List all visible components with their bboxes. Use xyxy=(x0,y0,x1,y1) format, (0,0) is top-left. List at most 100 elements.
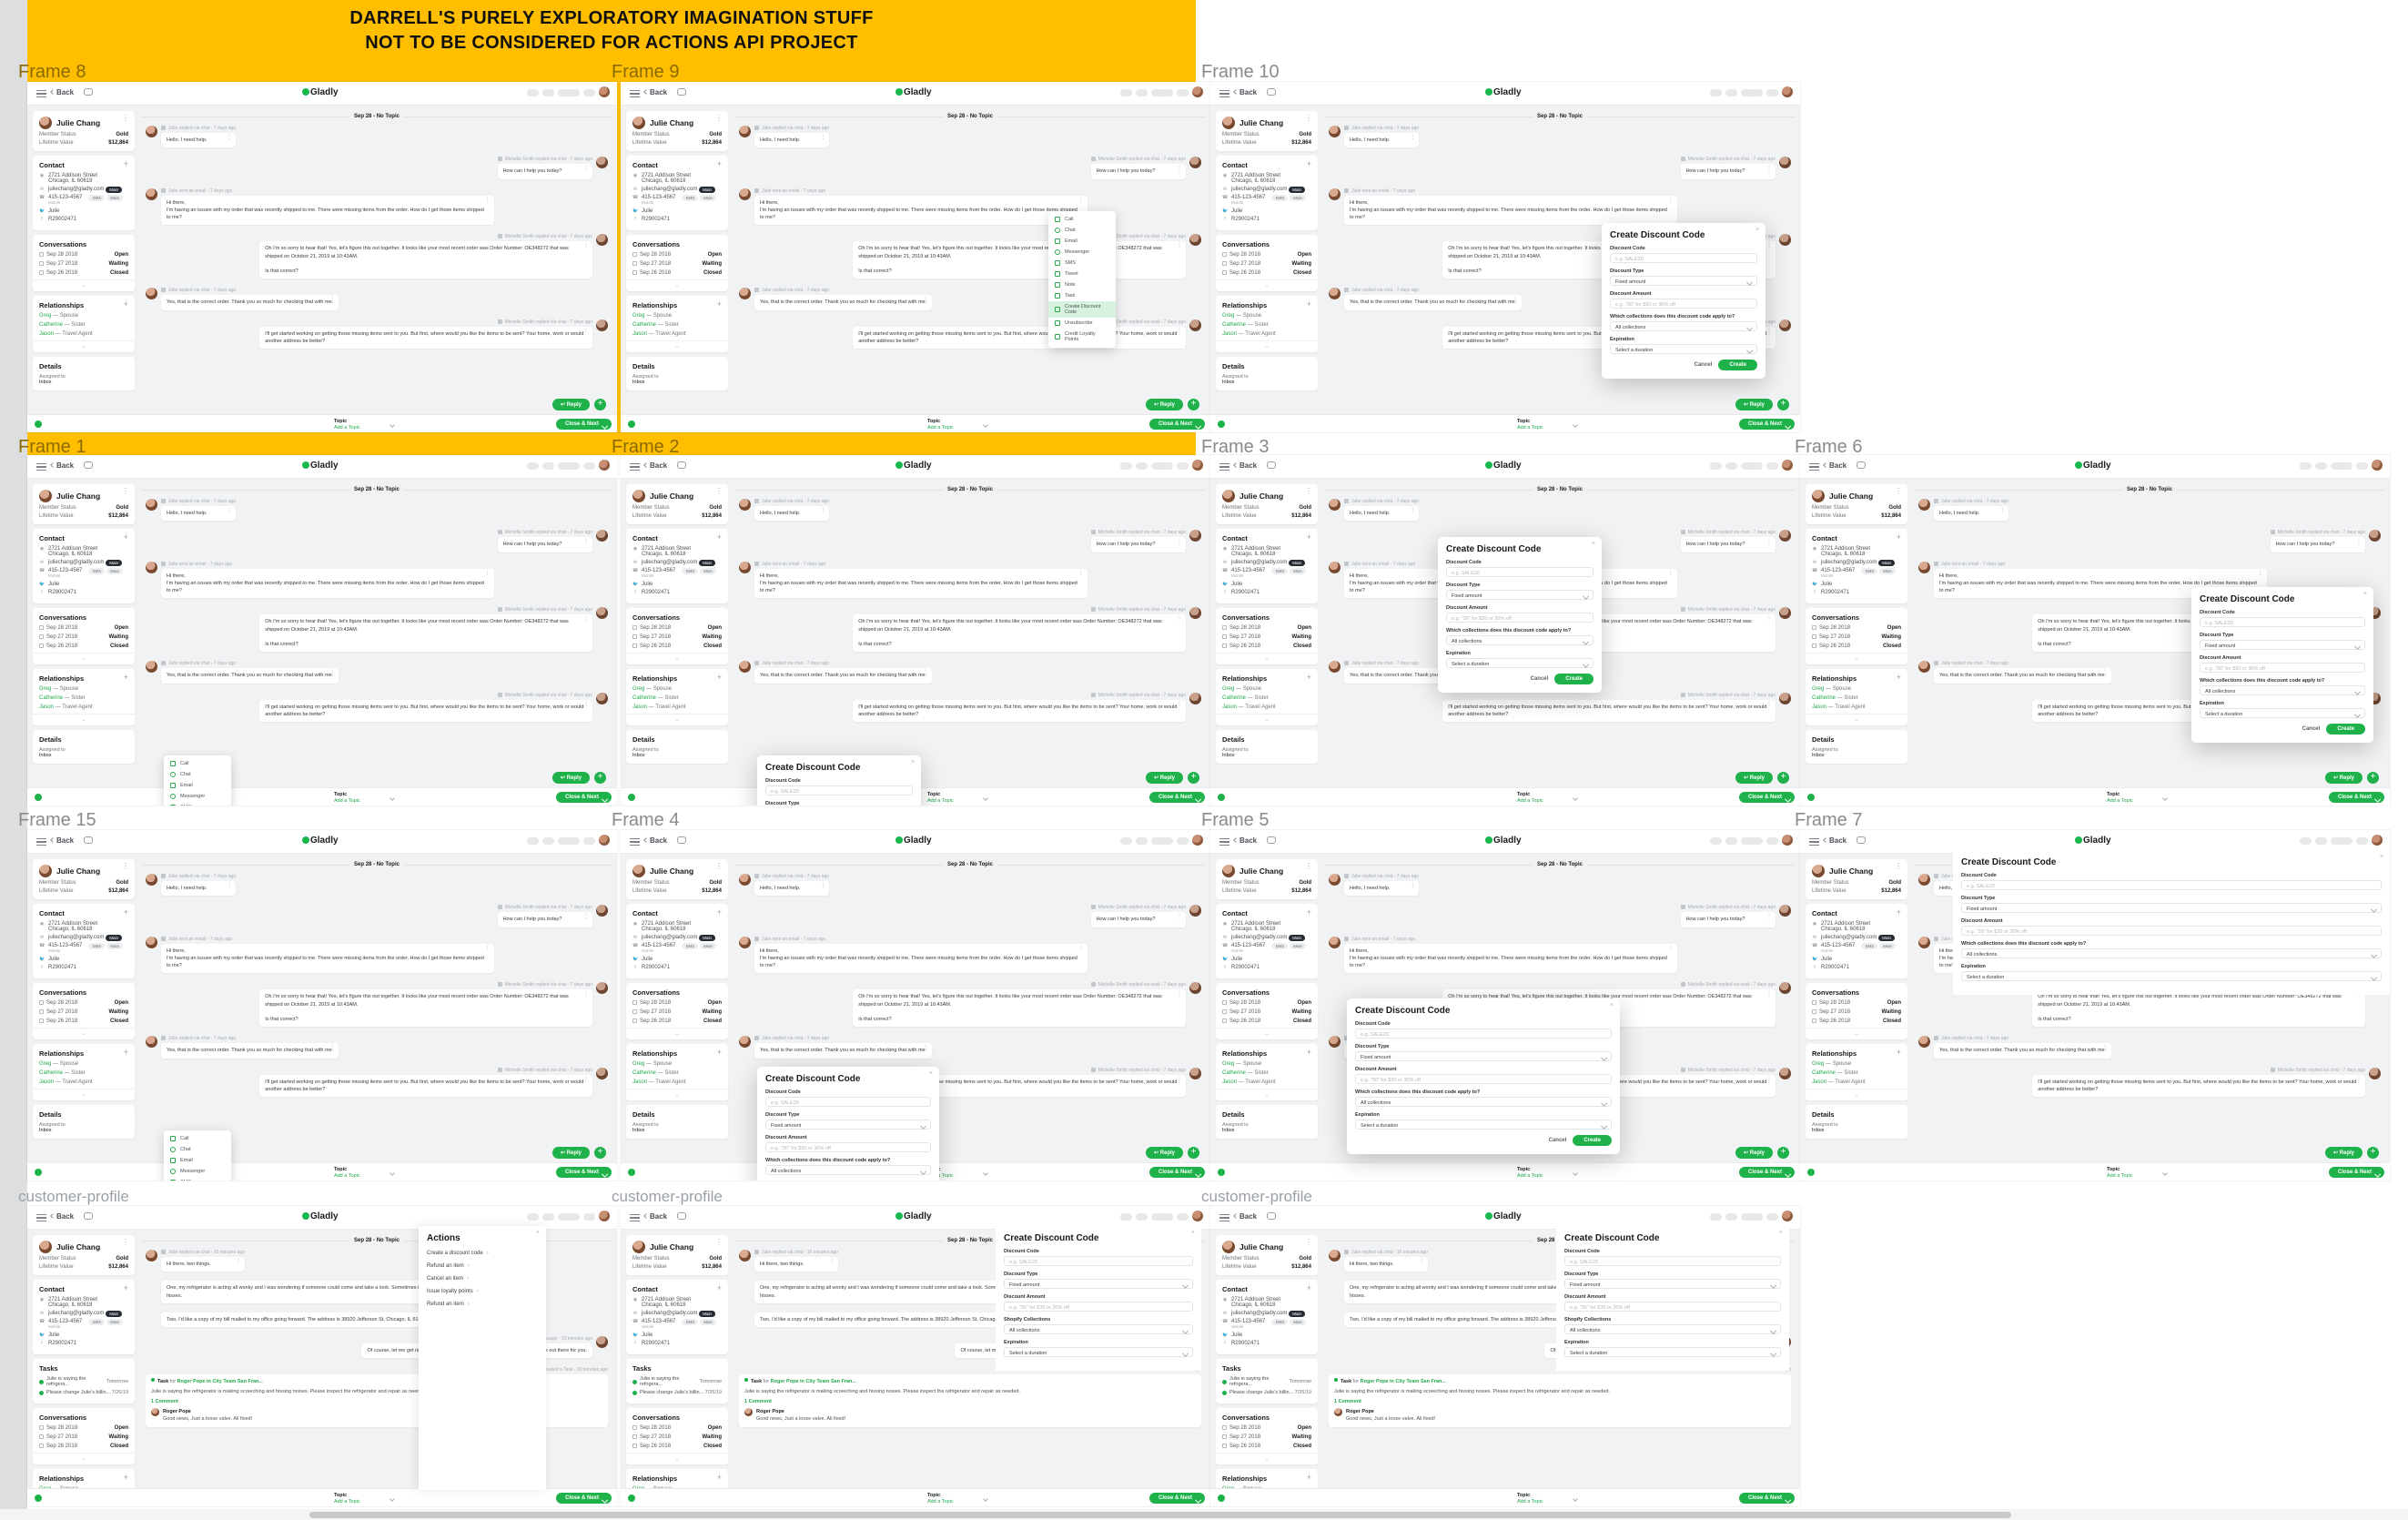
discount-type-select[interactable]: Fixed amount xyxy=(1961,903,2382,913)
conversation-row[interactable]: Sep 28 2018 Open xyxy=(1812,1000,1901,1006)
kebab-icon[interactable]: ⋮ xyxy=(236,1259,241,1263)
relationship-name[interactable]: Catherine xyxy=(1222,322,1246,328)
relationship-row[interactable]: Jason — Travel Agent xyxy=(1222,704,1311,710)
conversation-row[interactable]: Sep 27 2018 Waiting xyxy=(39,261,128,267)
frame-label-10[interactable]: Frame 10 xyxy=(1201,62,1280,83)
action-item[interactable]: Cancel an item xyxy=(427,1276,538,1282)
collections-select[interactable]: All collections xyxy=(1004,1324,1193,1334)
discount-amount-input[interactable]: e.g. "30" for $30 or 30% off xyxy=(1610,299,1757,309)
discount-type-select[interactable]: Fixed amount xyxy=(1446,590,1594,600)
contact-email[interactable]: juliechang@gladly.com xyxy=(1231,560,1287,565)
relationship-row[interactable]: Catherine — Sister xyxy=(39,322,128,328)
back-button[interactable]: Back xyxy=(56,836,74,845)
toolbar-pill-icon[interactable] xyxy=(1120,462,1132,470)
relationship-name[interactable]: Jason xyxy=(39,1079,54,1085)
expand-conversations-chevron-icon[interactable]: ⌄ xyxy=(626,1453,728,1462)
toolbar-pill-icon[interactable] xyxy=(1136,1213,1148,1221)
add-action-button[interactable]: + xyxy=(594,399,606,410)
expand-conversations-chevron-icon[interactable]: ⌄ xyxy=(33,1453,135,1462)
add-contact-icon[interactable]: + xyxy=(1307,532,1311,541)
hamburger-icon[interactable] xyxy=(1219,463,1229,471)
toolbar-pill-icon[interactable] xyxy=(527,462,539,470)
add-action-button[interactable]: + xyxy=(594,1147,606,1159)
relationship-row[interactable]: Jason — Travel Agent xyxy=(1812,704,1901,710)
contact-facebook[interactable]: R29002471 xyxy=(1231,217,1260,222)
back-chevron-icon[interactable] xyxy=(1823,462,1828,468)
message-bubble[interactable]: ⋮Hi there,I'm having an issues with my o… xyxy=(754,943,1088,974)
topic-chevron-icon[interactable] xyxy=(2162,795,2168,801)
back-button[interactable]: Back xyxy=(650,836,667,845)
topic-chevron-icon[interactable] xyxy=(390,1170,395,1176)
message-bubble[interactable]: ⋮Two, I'd like a copy of my bill mailed … xyxy=(754,1312,1027,1327)
topbar-right-controls[interactable] xyxy=(2300,835,2383,846)
message-bubble[interactable]: ⋮I'll get started working on getting tho… xyxy=(259,326,592,349)
topbar-right-controls[interactable] xyxy=(1710,1211,1793,1221)
collections-select[interactable]: All collections xyxy=(1610,321,1757,331)
frame-label-5[interactable]: Frame 5 xyxy=(1201,810,1269,831)
reply-button[interactable]: ↩ Reply xyxy=(1145,1147,1183,1159)
kebab-icon[interactable]: ⋮ xyxy=(1766,915,1772,919)
collections-select[interactable]: All collections xyxy=(2200,685,2365,695)
topic-selector[interactable]: TopicAdd a Topic xyxy=(1517,792,1543,804)
topic-chevron-icon[interactable] xyxy=(390,795,395,801)
conversation-row[interactable]: Sep 26 2018 Closed xyxy=(39,1018,128,1024)
expand-relationships-chevron-icon[interactable]: ⌄ xyxy=(1806,1089,1907,1098)
add-contact-icon[interactable]: + xyxy=(717,1283,722,1292)
expiration-select[interactable]: Select a duration xyxy=(1446,658,1594,668)
menu-item-sms[interactable]: SMS xyxy=(1048,258,1116,269)
toolbar-pill-icon[interactable] xyxy=(542,837,554,845)
frame-label-15[interactable]: Frame 15 xyxy=(18,810,96,831)
contact-twitter[interactable]: Julie xyxy=(1821,957,1832,962)
discount-code-input[interactable]: e.g. SALE20 xyxy=(1961,880,2382,890)
relationship-name[interactable]: Jason xyxy=(632,1079,647,1085)
kebab-icon[interactable]: ⋮ xyxy=(583,167,589,171)
toolbar-pill-icon[interactable] xyxy=(583,837,595,845)
action-menu[interactable]: CallChatEmailMessengerSMSTweetNoteTaskCr… xyxy=(164,755,231,806)
topic-selector[interactable]: TopicAdd a Topic xyxy=(334,419,360,431)
back-button[interactable]: Back xyxy=(56,88,74,96)
cancel-button[interactable]: Cancel xyxy=(1531,676,1549,682)
back-chevron-icon[interactable] xyxy=(1233,89,1239,95)
message-bubble[interactable]: ⋮Oh I'm so sorry to hear that! Yes, let'… xyxy=(259,241,592,279)
add-relationship-icon[interactable]: + xyxy=(1897,1048,1901,1056)
expiration-select[interactable]: Select a duration xyxy=(1610,344,1757,354)
toolbar-pill-icon[interactable] xyxy=(583,1213,595,1221)
message-bubble[interactable]: ⋮Hi there,I'm having an issues with my o… xyxy=(1344,195,1677,226)
relationship-row[interactable]: Catherine — Sister xyxy=(1222,322,1311,328)
kebab-icon[interactable]: ⋮ xyxy=(583,244,589,248)
expand-conversations-chevron-icon[interactable]: ⌄ xyxy=(1806,653,1907,662)
conversation-row[interactable]: Sep 26 2018 Closed xyxy=(1222,643,1311,649)
add-relationship-icon[interactable]: + xyxy=(1307,1048,1311,1056)
discount-type-select[interactable]: Fixed amount xyxy=(1004,1279,1193,1289)
back-chevron-icon[interactable] xyxy=(643,462,649,468)
back-button[interactable]: Back xyxy=(56,461,74,470)
topic-chevron-icon[interactable] xyxy=(1573,1496,1578,1502)
contact-facebook[interactable]: R29002471 xyxy=(1231,590,1260,595)
back-button[interactable]: Back xyxy=(650,461,667,470)
collections-select[interactable]: All collections xyxy=(765,1165,931,1175)
search-input[interactable] xyxy=(1741,89,1763,96)
collections-select[interactable]: All collections xyxy=(1355,1097,1612,1107)
frame-label-4[interactable]: Frame 4 xyxy=(612,810,679,831)
cancel-button[interactable]: Cancel xyxy=(2302,726,2321,732)
kebab-icon[interactable]: ⋮ xyxy=(1177,915,1182,919)
expand-relationships-chevron-icon[interactable]: ⌄ xyxy=(626,1089,728,1098)
menu-item-messenger[interactable]: Messenger xyxy=(164,791,231,802)
menu-item-call[interactable]: Call xyxy=(1048,214,1116,225)
topic-chevron-icon[interactable] xyxy=(983,795,988,801)
contact-twitter[interactable]: Julie xyxy=(1821,582,1832,587)
add-contact-icon[interactable]: + xyxy=(717,532,722,541)
topbar-right-controls[interactable] xyxy=(1120,835,1203,846)
kebab-icon[interactable]: ⋮ xyxy=(1766,167,1772,171)
close-icon[interactable]: × xyxy=(1610,1002,1614,1008)
menu-item-sms[interactable]: SMS xyxy=(164,1177,231,1181)
back-button[interactable]: Back xyxy=(1239,1212,1257,1221)
kebab-icon[interactable]: ⋮ xyxy=(715,115,723,122)
expiration-select[interactable]: Select a duration xyxy=(2200,708,2365,718)
message-bubble[interactable]: ⋮How can I help you today? xyxy=(1090,164,1186,179)
back-chevron-icon[interactable] xyxy=(50,837,56,843)
add-action-button[interactable]: + xyxy=(1777,772,1789,784)
menu-item-messenger[interactable]: Messenger xyxy=(1048,247,1116,258)
toolbar-pill-icon[interactable] xyxy=(1766,462,1778,470)
expand-relationships-chevron-icon[interactable]: ⌄ xyxy=(33,340,135,350)
